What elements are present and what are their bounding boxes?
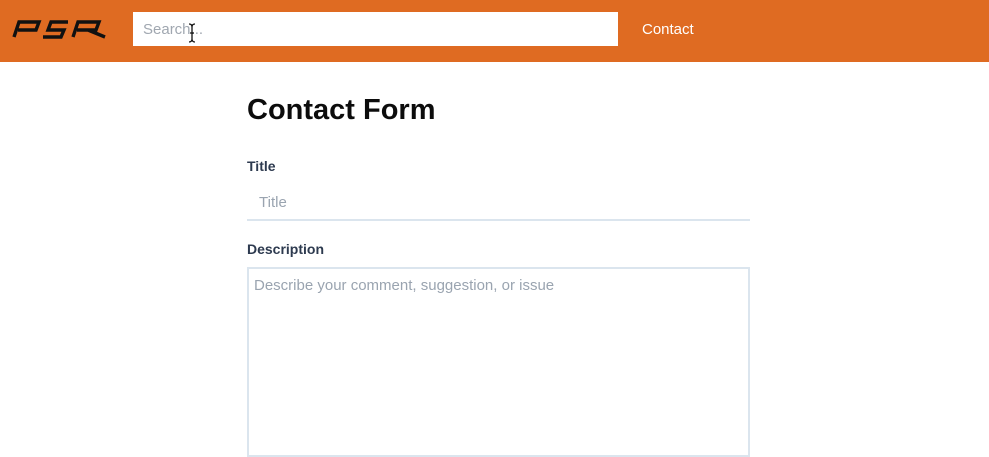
- page-title: Contact Form: [247, 94, 436, 126]
- navbar: Contact: [0, 0, 989, 62]
- description-textarea[interactable]: [247, 267, 750, 457]
- text-cursor-icon: [188, 23, 196, 43]
- psr-logo[interactable]: [12, 18, 108, 40]
- search-input[interactable]: [133, 12, 618, 46]
- description-label: Description: [247, 241, 325, 257]
- title-label: Title: [247, 158, 276, 174]
- title-input[interactable]: [247, 186, 750, 221]
- nav-link-contact[interactable]: Contact: [642, 20, 694, 40]
